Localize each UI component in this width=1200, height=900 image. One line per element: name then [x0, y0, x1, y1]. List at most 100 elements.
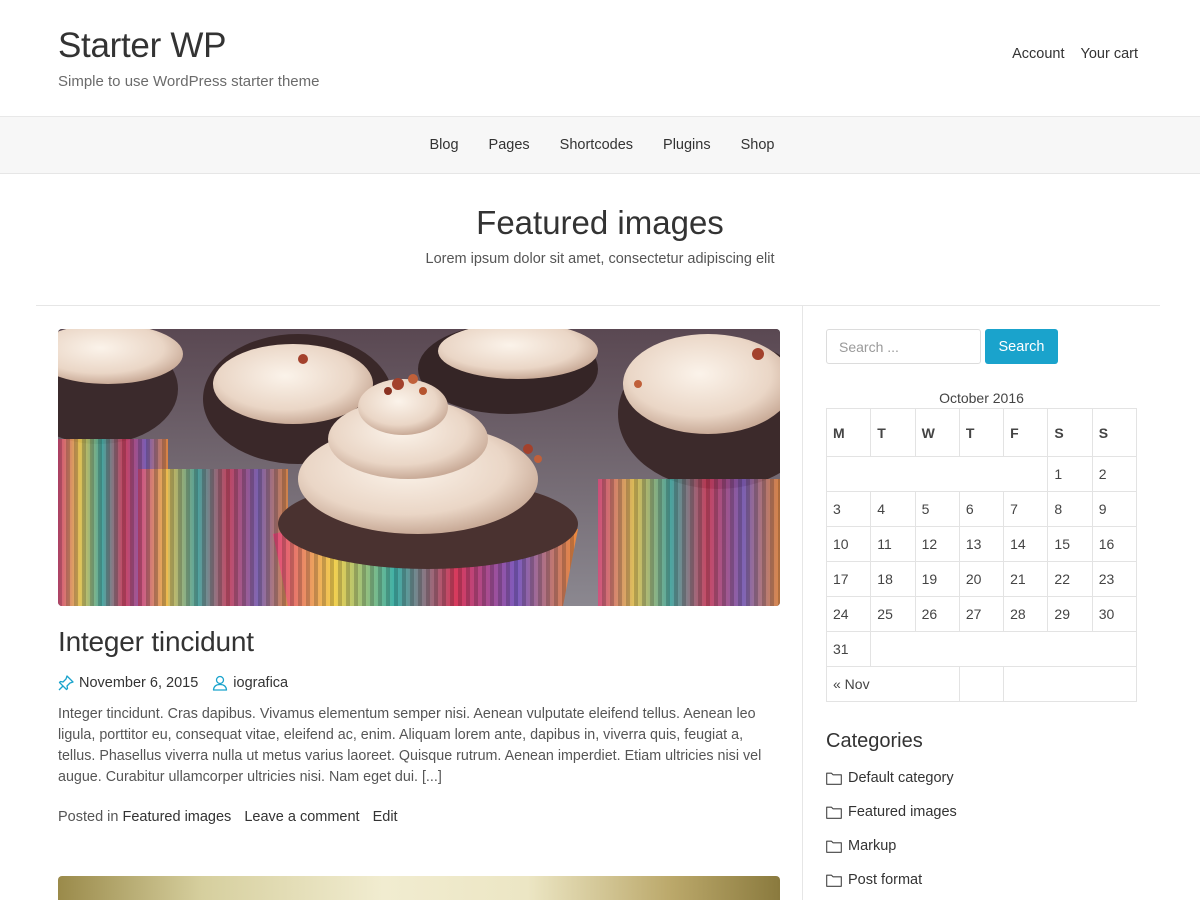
calendar-day: 3	[825, 491, 872, 527]
calendar-day: 27	[958, 596, 1005, 632]
calendar-pad	[825, 456, 1049, 492]
calendar-nav: « Nov	[826, 666, 1137, 702]
weekday: T	[870, 408, 916, 457]
nav-item-pages[interactable]: Pages	[489, 137, 530, 153]
calendar-day: 14	[1003, 526, 1049, 562]
folder-icon	[826, 840, 842, 853]
weekday: T	[958, 408, 1005, 457]
calendar-week: 31	[825, 631, 1137, 667]
nav-item-shortcodes[interactable]: Shortcodes	[560, 137, 633, 153]
calendar-day: 31	[825, 631, 872, 667]
weekday: F	[1003, 408, 1049, 457]
calendar-caption: October 2016	[939, 390, 1024, 406]
categories-list: Default category Featured images Markup …	[826, 761, 1138, 897]
calendar-day: 22	[1047, 561, 1093, 597]
edit-link[interactable]: Edit	[373, 809, 398, 825]
categories-title: Categories	[826, 730, 923, 752]
category-label: Post format	[848, 872, 923, 888]
featured-image[interactable]	[58, 329, 780, 606]
weekday: W	[914, 408, 960, 457]
calendar-day: 30	[1091, 596, 1138, 632]
calendar-day: 8	[1047, 491, 1093, 527]
calendar-day: 29	[1047, 596, 1093, 632]
calendar-day: 11	[870, 526, 916, 562]
calendar-day: 19	[914, 561, 960, 597]
calendar-week: 17 18 19 20 21 22 23	[825, 561, 1138, 597]
calendar-day: 26	[914, 596, 960, 632]
pin-icon	[58, 675, 74, 691]
cart-link[interactable]: Your cart	[1081, 46, 1139, 62]
calendar-day: 6	[958, 491, 1005, 527]
calendar-pad	[870, 631, 1137, 667]
calendar: M T W T F S S 1 2 3 4 5 6 7 8 9 10 11 12…	[825, 408, 1138, 702]
calendar-day: 2	[1091, 456, 1138, 492]
sidebar: Search October 2016 M T W T F S S 1 2 3 …	[825, 329, 1138, 897]
post-article: Integer tincidunt November 6, 2015 iogra…	[58, 329, 780, 825]
category-item[interactable]: Markup	[826, 829, 1138, 863]
user-icon	[212, 675, 228, 691]
nav-item-blog[interactable]: Blog	[430, 137, 459, 153]
posted-in-label: Posted in Featured images	[58, 809, 231, 825]
header-links: Account Your cart	[1012, 46, 1138, 62]
post-date[interactable]: November 6, 2015	[79, 675, 198, 691]
calendar-week: 24 25 26 27 28 29 30	[825, 596, 1138, 632]
page-subtitle: Lorem ipsum dolor sit amet, consectetur …	[425, 251, 775, 267]
weekday: M	[825, 408, 872, 457]
folder-icon	[826, 806, 842, 819]
next-post-image[interactable]	[58, 876, 780, 900]
calendar-week: 10 11 12 13 14 15 16	[825, 526, 1138, 562]
post-author-link[interactable]: iografica	[233, 675, 288, 691]
calendar-week: 1 2	[825, 456, 1138, 492]
calendar-day: 16	[1091, 526, 1138, 562]
calendar-weekdays: M T W T F S S	[825, 408, 1138, 457]
posted-in-text: Posted in	[58, 809, 119, 825]
calendar-day: 18	[870, 561, 916, 597]
category-label: Default category	[848, 770, 954, 786]
calendar-day: 4	[870, 491, 916, 527]
calendar-day: 13	[958, 526, 1005, 562]
category-label: Markup	[848, 838, 897, 854]
search-widget: Search	[826, 329, 1138, 364]
calendar-day: 23	[1091, 561, 1138, 597]
post-category-link[interactable]: Featured images	[123, 809, 232, 825]
category-item[interactable]: Featured images	[826, 795, 1138, 829]
post-meta: November 6, 2015 iografica	[58, 675, 780, 691]
calendar-day: 9	[1091, 491, 1138, 527]
nav-item-shop[interactable]: Shop	[741, 137, 775, 153]
main-nav: Blog Pages Shortcodes Plugins Shop	[0, 117, 1200, 174]
site-header: Starter WP Simple to use WordPress start…	[0, 0, 1200, 117]
weekday: S	[1047, 408, 1093, 457]
sidebar-divider	[802, 306, 803, 900]
account-link[interactable]: Account	[1012, 46, 1064, 62]
category-label: Featured images	[848, 804, 957, 820]
calendar-day: 7	[1003, 491, 1049, 527]
folder-icon	[826, 772, 842, 785]
calendar-prev-link[interactable]: « Nov	[826, 666, 960, 702]
calendar-day: 5	[914, 491, 960, 527]
calendar-pad	[958, 666, 1005, 702]
calendar-day: 15	[1047, 526, 1093, 562]
post-summary: Integer tincidunt. Cras dapibus. Vivamus…	[58, 706, 762, 785]
calendar-day: 17	[825, 561, 872, 597]
site-title[interactable]: Starter WP	[58, 26, 226, 66]
calendar-day: 12	[914, 526, 960, 562]
calendar-day: 21	[1003, 561, 1049, 597]
search-button[interactable]: Search	[985, 329, 1058, 364]
folder-icon	[826, 874, 842, 887]
calendar-day: 28	[1003, 596, 1049, 632]
site-tagline: Simple to use WordPress starter theme	[58, 73, 320, 90]
calendar-day: 10	[825, 526, 872, 562]
calendar-day: 20	[958, 561, 1005, 597]
category-item[interactable]: Default category	[826, 761, 1138, 795]
post-author: iografica	[212, 675, 288, 691]
calendar-day: 25	[870, 596, 916, 632]
calendar-day: 1	[1047, 456, 1093, 492]
weekday: S	[1091, 408, 1138, 457]
page-title: Featured images	[476, 204, 724, 241]
post-footer: Posted in Featured images Leave a commen…	[58, 809, 780, 825]
leave-comment-link[interactable]: Leave a comment	[244, 809, 359, 825]
category-item[interactable]: Post format	[826, 863, 1138, 897]
search-input[interactable]	[826, 329, 981, 364]
post-title[interactable]: Integer tincidunt	[58, 626, 780, 658]
nav-item-plugins[interactable]: Plugins	[663, 137, 711, 153]
